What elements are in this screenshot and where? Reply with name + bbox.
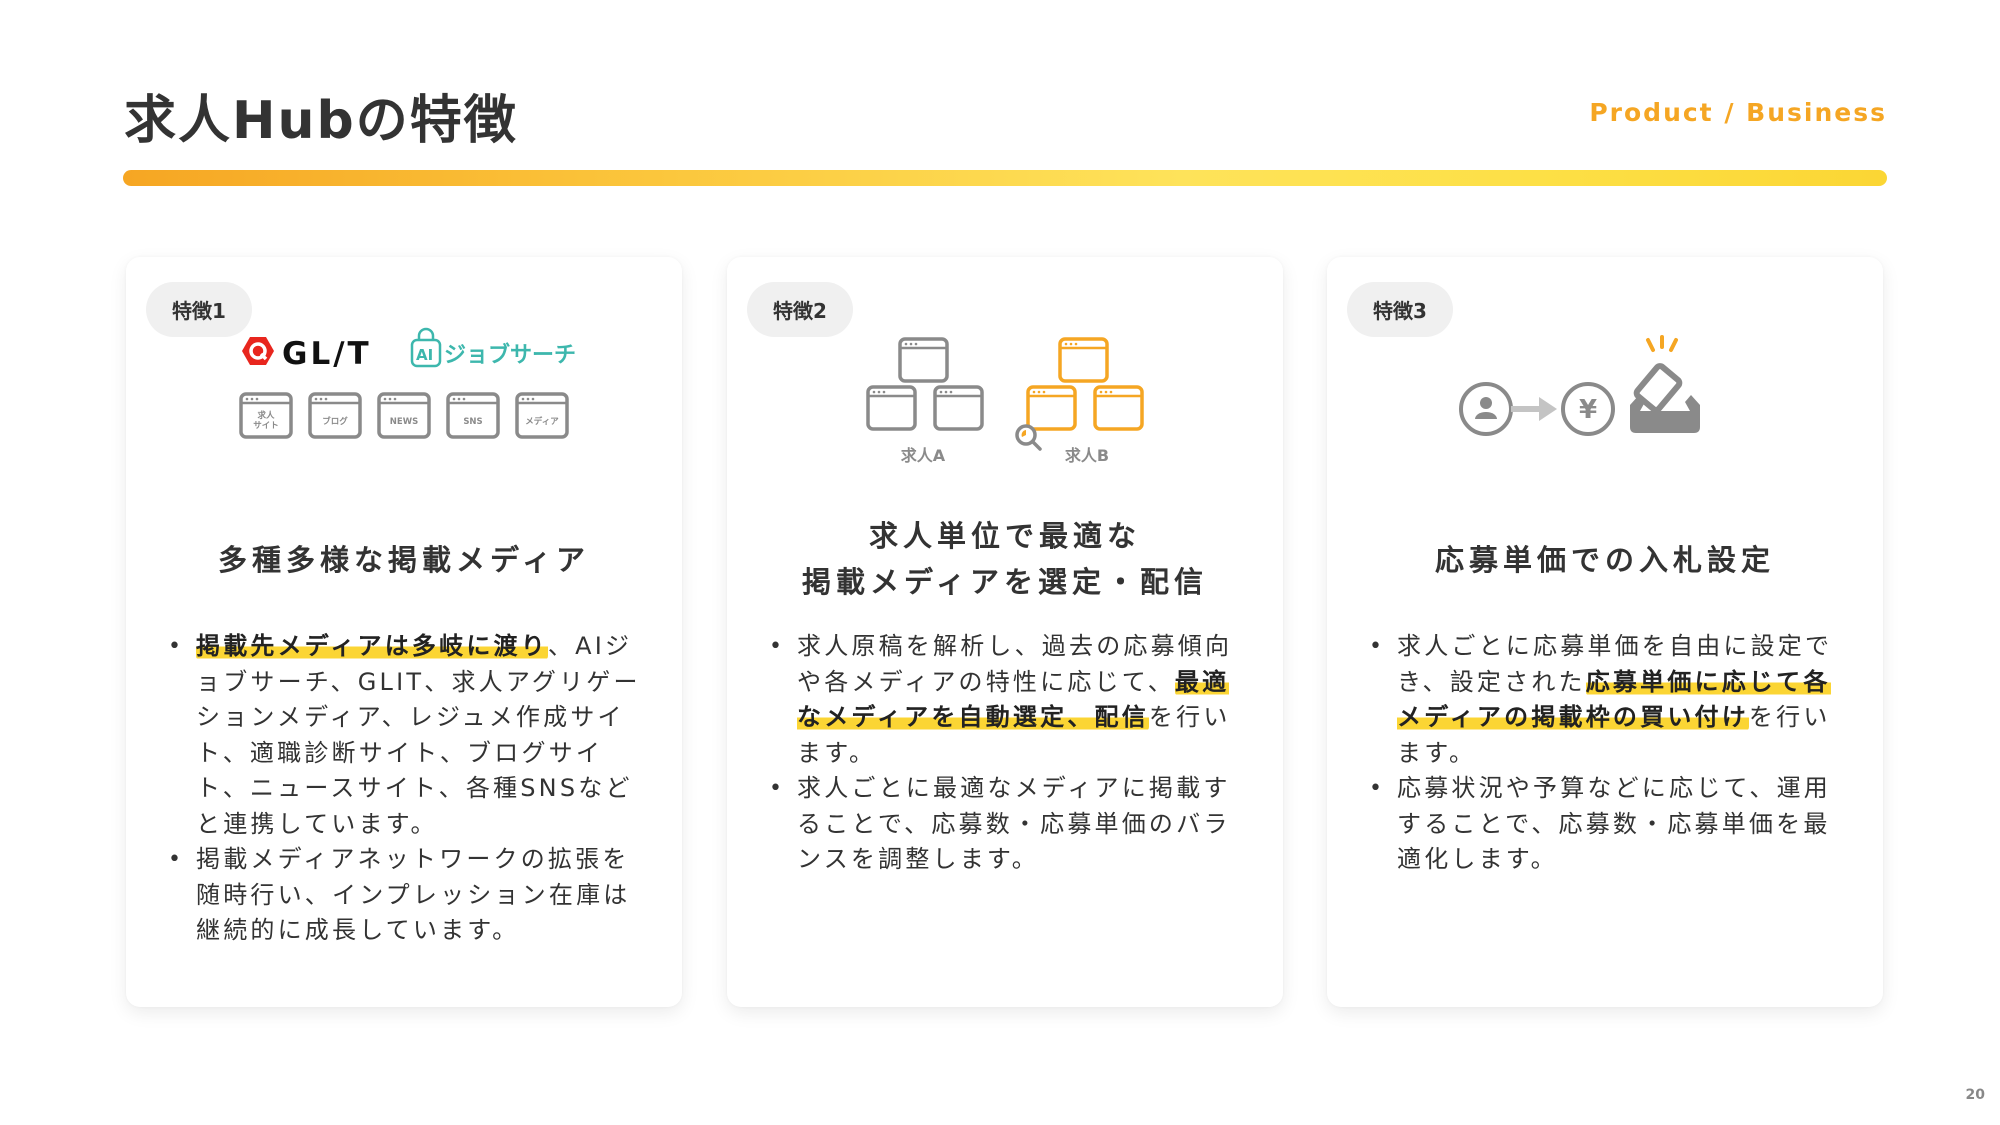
feature-title: 応募単価での入札設定: [1434, 543, 1775, 577]
feature-description: 求人原稿を解析し、過去の応募傾向や各メディアの特性に応じて、最適なメディアを自動…: [767, 629, 1243, 878]
yen-coin-icon: ¥: [1561, 382, 1615, 436]
browser-window-icon: [898, 337, 949, 383]
bullet-text: 、AIジョブサーチ、GLIT、求人アグリゲーションメディア、レジュメ作成サイト、…: [196, 632, 641, 838]
section-label: Product / Business: [1589, 98, 1887, 127]
bullet-item: 求人ごとに最適なメディアに掲載することで、応募数・応募単価のバランスを調整します…: [767, 771, 1243, 878]
browser-window-icon: 求人サイト: [239, 392, 293, 439]
feature-description: 掲載先メディアは多岐に渡り、AIジョブサーチ、GLIT、求人アグリゲーションメデ…: [166, 629, 642, 949]
ai-jobsearch-logo-text: ジョブサーチ: [444, 342, 576, 368]
media-label: NEWS: [390, 417, 418, 427]
glit-logo-text: GL/T: [282, 336, 372, 372]
bullet-item: 求人ごとに応募単価を自由に設定でき、設定された応募単価に応じて各メディアの掲載枠…: [1367, 629, 1843, 771]
bullet-item: 掲載先メディアは多岐に渡り、AIジョブサーチ、GLIT、求人アグリゲーションメデ…: [166, 629, 642, 842]
media-label: サイト: [253, 421, 279, 431]
bullet-text: 掲載メディアネットワークの拡張を随時行い、インプレッション在庫は継続的に成長して…: [196, 845, 631, 944]
browser-windows-gray-icon: [866, 337, 984, 431]
browser-window-icon: [1026, 385, 1077, 431]
browser-window-icon: NEWS: [377, 392, 431, 439]
feature-description: 求人ごとに応募単価を自由に設定でき、設定された応募単価に応じて各メディアの掲載枠…: [1367, 629, 1843, 878]
media-label: SNS: [463, 417, 482, 427]
media-label: メディア: [525, 416, 559, 427]
job-media-illustration: 求人A 求人B: [727, 327, 1283, 497]
feature-title: 多種多様な掲載メディア: [218, 543, 590, 577]
header-accent-bar: [123, 170, 1887, 186]
group-label-b: 求人B: [1065, 446, 1109, 465]
media-label: 求人: [257, 410, 275, 421]
bullet-text: 求人ごとに最適なメディアに掲載することで、応募数・応募単価のバランスを調整します…: [797, 774, 1231, 873]
browser-window-icon: [1058, 337, 1109, 383]
media-label: ブログ: [322, 416, 348, 427]
bullet-text: 求人原稿を解析し、過去の応募傾向や各メディアの特性に応じて、: [797, 632, 1233, 696]
svg-text:¥: ¥: [1579, 395, 1597, 425]
bullet-item: 掲載メディアネットワークの拡張を随時行い、インプレッション在庫は継続的に成長して…: [166, 842, 642, 949]
ai-jobsearch-logo-icon: AI: [410, 327, 442, 368]
feature-card-2: 特徴2 求人A 求人B 求人単位で最適な 掲載メディアを選定・配信 求人原稿を解…: [727, 257, 1283, 1007]
bullet-text: 応募状況や予算などに応じて、運用することで、応募数・応募単価を最適化します。: [1397, 774, 1831, 873]
feature-card-1: 特徴1 GL/T AI ジョブサーチ 求人 サイト ブログ NEWS SNS メディア 多…: [126, 257, 682, 1007]
bullet-item: 求人原稿を解析し、過去の応募傾向や各メディアの特性に応じて、最適なメディアを自動…: [767, 629, 1243, 771]
browser-windows-orange-icon: [1026, 337, 1144, 431]
browser-window-icon: [866, 385, 917, 431]
bullet-item: 応募状況や予算などに応じて、運用することで、応募数・応募単価を最適化します。: [1367, 771, 1843, 878]
svg-text:AI: AI: [416, 346, 433, 364]
browser-window-icon: ブログ: [308, 392, 362, 439]
media-illustration: GL/T AI ジョブサーチ 求人 サイト ブログ NEWS SNS メディア: [126, 327, 682, 497]
feature-title: 求人単位で最適な 掲載メディアを選定・配信: [802, 519, 1208, 599]
arrow-right-icon: [1511, 397, 1557, 421]
glit-logo-icon: [242, 337, 274, 365]
browser-window-icon: メディア: [515, 392, 569, 439]
browser-window-icon: [933, 385, 984, 431]
browser-window-icon: SNS: [446, 392, 500, 439]
group-label-a: 求人A: [901, 446, 946, 465]
page-number: 20: [1965, 1087, 1985, 1103]
bidding-illustration: ¥: [1327, 327, 1883, 497]
browser-window-icon: [1093, 385, 1144, 431]
user-circle-icon: [1459, 382, 1513, 436]
highlighted-text: 掲載先メディアは多岐に渡り: [196, 632, 548, 660]
ballot-box-icon: [1630, 335, 1700, 433]
page-title: 求人Hubの特徴: [124, 91, 518, 151]
feature-card-3: 特徴3 ¥ 応募単価での入札設定 • 求人ごとに応募単価を自由に設定でき、設定さ…: [1327, 257, 1883, 1007]
